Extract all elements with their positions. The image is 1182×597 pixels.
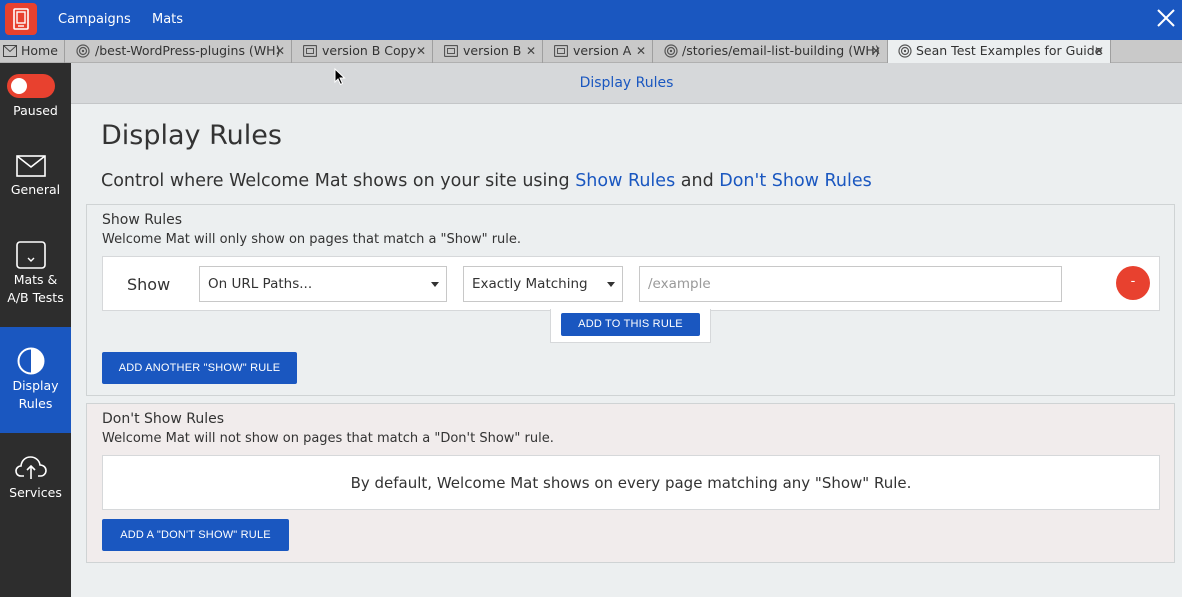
tab-label: /best-WordPress-plugins (WH) (95, 43, 281, 58)
tab-sean-test-examples[interactable]: Sean Test Examples for Guide ✕ (888, 40, 1111, 63)
target-icon (76, 44, 90, 58)
show-rules-panel: Show Rules Welcome Mat will only show on… (86, 204, 1175, 396)
tab-close-icon[interactable]: ✕ (636, 40, 646, 62)
sidebar-item-display-rules[interactable]: Display Rules (0, 327, 71, 433)
page-title: Display Rules (101, 120, 282, 151)
rule-match-value: Exactly Matching (472, 276, 588, 292)
add-to-rule-container: ADD TO THIS RULE (550, 309, 711, 343)
show-rules-link[interactable]: Show Rules (575, 171, 675, 191)
paused-toggle[interactable] (7, 74, 55, 98)
top-bar: Campaigns Mats (0, 0, 1182, 40)
mat-icon (444, 45, 458, 57)
mat-icon (303, 45, 317, 57)
close-window-icon[interactable] (1154, 6, 1178, 30)
cloud-upload-icon (15, 456, 47, 479)
remove-rule-button[interactable]: - (1116, 266, 1150, 300)
envelope-icon (16, 155, 46, 177)
tab-close-icon[interactable]: ✕ (526, 40, 536, 62)
dont-show-rules-description: Welcome Mat will not show on pages that … (102, 431, 554, 446)
tab-label: Sean Test Examples for Guide (916, 43, 1103, 58)
sidebar-item-label: Mats & (13, 272, 58, 287)
tab-version-b-copy[interactable]: version B Copy ✕ (292, 40, 433, 63)
status-label: Paused (13, 103, 58, 118)
toggle-knob (11, 78, 27, 94)
add-another-show-rule-button[interactable]: ADD ANOTHER "SHOW" RULE (102, 352, 297, 384)
sidebar-item-label: General (10, 182, 61, 197)
show-rule-row: Show On URL Paths... Exactly Matching - (102, 256, 1160, 311)
mouse-cursor-icon (334, 68, 346, 86)
tab-version-b[interactable]: version B ✕ (433, 40, 543, 63)
caret-down-icon (607, 282, 615, 287)
target-icon (898, 44, 912, 58)
rule-target-value: On URL Paths... (208, 276, 313, 292)
sidebar-item-services[interactable]: Services (0, 448, 71, 514)
page-subtitle: Control where Welcome Mat shows on your … (101, 171, 872, 191)
dont-show-rules-link[interactable]: Don't Show Rules (719, 171, 872, 191)
tab-label: version A (573, 43, 632, 58)
mat-icon (554, 45, 568, 57)
tab-label: version B (463, 43, 522, 58)
tab-home[interactable]: Home (0, 40, 65, 63)
rule-show-label: Show (127, 275, 171, 294)
rule-match-select[interactable]: Exactly Matching (463, 266, 623, 302)
app-logo-icon[interactable] (5, 3, 37, 35)
half-circle-icon (17, 347, 45, 375)
tab-label: /stories/email-list-building (WH) (682, 43, 880, 58)
tab-close-icon[interactable]: ✕ (416, 40, 426, 62)
sidebar-item-label: Display (12, 378, 59, 393)
section-header-title: Display Rules (579, 75, 674, 91)
sidebar-item-label-2: Rules (18, 396, 53, 411)
show-rules-description: Welcome Mat will only show on pages that… (102, 232, 522, 247)
dont-show-rules-title: Don't Show Rules (102, 411, 225, 427)
subtitle-text: and (675, 171, 720, 191)
sidebar-status-toggle[interactable]: Paused (0, 63, 71, 129)
url-path-input[interactable] (639, 266, 1062, 302)
sidebar-item-mats[interactable]: Mats & A/B Tests (0, 233, 71, 313)
dont-show-rules-panel: Don't Show Rules Welcome Mat will not sh… (86, 403, 1175, 563)
tab-best-wordpress-plugins[interactable]: /best-WordPress-plugins (WH) ✕ (65, 40, 292, 63)
tab-close-icon[interactable]: ✕ (1094, 40, 1104, 62)
subtitle-text: Control where Welcome Mat shows on your … (101, 171, 576, 191)
tab-close-icon[interactable]: ✕ (275, 40, 285, 62)
rule-target-select[interactable]: On URL Paths... (199, 266, 447, 302)
section-header: Display Rules (71, 63, 1182, 104)
add-dont-show-rule-button[interactable]: ADD A "DON'T SHOW" RULE (102, 519, 289, 551)
tab-strip: Home /best-WordPress-plugins (WH) ✕ vers… (0, 40, 1182, 63)
target-icon (664, 44, 678, 58)
tab-version-a[interactable]: version A ✕ (543, 40, 653, 63)
tab-close-icon[interactable]: ✕ (871, 40, 881, 62)
default-message: By default, Welcome Mat shows on every p… (102, 455, 1160, 510)
sidebar-item-general[interactable]: General (0, 143, 71, 209)
tab-email-list-building[interactable]: /stories/email-list-building (WH) ✕ (653, 40, 888, 63)
mats-icon (16, 241, 46, 269)
nav-campaigns[interactable]: Campaigns (58, 0, 131, 40)
show-rules-title: Show Rules (102, 212, 182, 228)
sidebar-item-label: Services (9, 485, 62, 500)
add-to-this-rule-button[interactable]: ADD TO THIS RULE (561, 313, 700, 336)
nav-mats[interactable]: Mats (152, 0, 183, 40)
caret-down-icon (431, 282, 439, 287)
tab-label: Home (21, 43, 58, 58)
sidebar-item-label-2: A/B Tests (7, 290, 64, 305)
sidebar: Paused General Mats & A/B Tests Display … (0, 63, 71, 597)
envelope-icon (3, 45, 17, 57)
tab-label: version B Copy (322, 43, 417, 58)
